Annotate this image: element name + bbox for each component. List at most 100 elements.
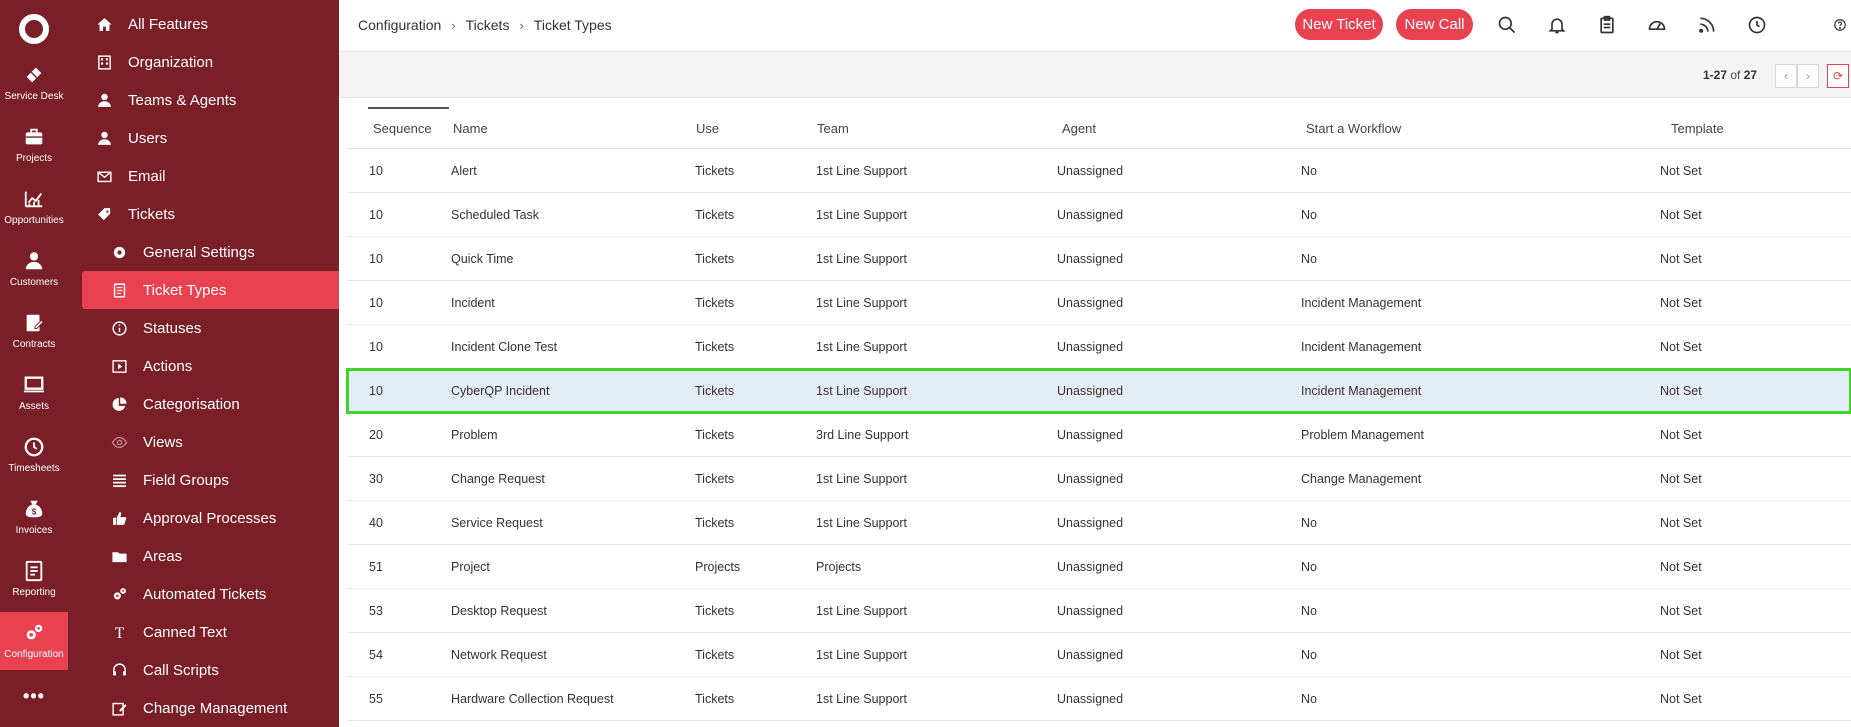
breadcrumb-configuration[interactable]: Configuration: [358, 17, 441, 33]
nav-item-actions[interactable]: Actions: [68, 347, 192, 385]
table-row[interactable]: 40 Service Request Tickets 1st Line Support…: [347, 501, 1851, 545]
column-header-team[interactable]: Team: [817, 121, 849, 136]
rss-icon[interactable]: [1696, 14, 1718, 36]
help-icon[interactable]: [1833, 14, 1847, 36]
rail-item-projects[interactable]: Projects: [0, 116, 68, 174]
next-page-button[interactable]: ›: [1797, 64, 1819, 88]
nav-item-automated-tickets[interactable]: Automated Tickets: [68, 575, 266, 613]
ticket-types-table: Sequence Name Use Team Agent Start a Wor…: [346, 107, 1851, 721]
breadcrumb-tickets[interactable]: Tickets: [466, 17, 510, 33]
column-header-template[interactable]: Template: [1671, 121, 1724, 136]
nav-item-canned-text[interactable]: T Canned Text: [68, 613, 227, 651]
svg-text:$: $: [32, 508, 37, 517]
nav-item-general-settings[interactable]: General Settings: [68, 233, 255, 271]
nav-item-users[interactable]: Users: [68, 119, 167, 157]
cell-template: Not Set: [1660, 340, 1702, 354]
gauge-icon[interactable]: [1646, 14, 1668, 36]
table-row[interactable]: 10 Incident Tickets 1st Line Support Unassig…: [347, 281, 1851, 325]
nav-item-email[interactable]: Email: [68, 157, 166, 195]
cell-team: 1st Line Support: [816, 648, 908, 662]
chevron-right-icon: ›: [451, 17, 456, 33]
table-row[interactable]: 10 Quick Time Tickets 1st Line Support Unass…: [347, 237, 1851, 281]
cell-team: 1st Line Support: [816, 252, 908, 266]
column-header-use[interactable]: Use: [696, 121, 719, 136]
nav-item-label: Categorisation: [143, 395, 240, 413]
nav-item-views[interactable]: Views: [68, 423, 183, 461]
nav-item-call-scripts[interactable]: Call Scripts: [68, 651, 219, 689]
clock-icon[interactable]: [1746, 14, 1768, 36]
nav-item-approval-processes[interactable]: Approval Processes: [68, 499, 276, 537]
search-icon[interactable]: [1496, 14, 1518, 36]
cell-team: 3rd Line Support: [816, 428, 909, 442]
edit-icon: [109, 698, 129, 718]
app-rail: Service Desk Projects Opportunities Custome…: [0, 0, 68, 727]
nav-item-field-groups[interactable]: Field Groups: [68, 461, 229, 499]
cell-use: Tickets: [695, 384, 735, 398]
rail-item-assets[interactable]: Assets: [0, 364, 68, 422]
cell-template: Not Set: [1660, 604, 1702, 618]
cell-workflow: No: [1301, 516, 1317, 530]
report-icon: [25, 560, 43, 582]
nav-item-organization[interactable]: Organization: [68, 43, 213, 81]
cell-team: 1st Line Support: [816, 472, 908, 486]
rail-item-reporting[interactable]: Reporting: [0, 550, 68, 608]
nav-item-tickets[interactable]: Tickets: [68, 195, 175, 233]
cell-team: Projects: [816, 560, 862, 574]
cell-sequence: 10: [369, 208, 383, 222]
table-row[interactable]: 10 CyberQP Incident Tickets 1st Line Suppor…: [346, 368, 1851, 414]
rail-item-contracts[interactable]: Contracts: [0, 302, 68, 360]
new-call-button[interactable]: New Call: [1396, 9, 1473, 40]
table-row[interactable]: 10 Alert Tickets 1st Line Support Unassigned…: [347, 149, 1851, 193]
nav-item-ticket-types[interactable]: Ticket Types: [82, 271, 339, 309]
nav-item-label: Call Scripts: [143, 661, 219, 679]
cell-name: Alert: [451, 164, 477, 178]
nav-item-categorisation[interactable]: Categorisation: [68, 385, 240, 423]
cell-workflow: No: [1301, 208, 1317, 222]
bell-icon[interactable]: [1546, 14, 1568, 36]
table-row[interactable]: 30 Change Request Tickets 1st Line Support U…: [347, 457, 1851, 501]
cell-agent: Unassigned: [1057, 384, 1124, 398]
pie-icon: [109, 394, 129, 414]
table-row[interactable]: 53 Desktop Request Tickets 1st Line Support…: [347, 589, 1851, 633]
refresh-button[interactable]: ⟳: [1827, 64, 1849, 88]
nav-item-label: Canned Text: [143, 623, 227, 641]
nav-item-all-features[interactable]: All Features: [68, 5, 208, 43]
rail-item-timesheets[interactable]: Timesheets: [0, 426, 68, 484]
table-row[interactable]: 10 Incident Clone Test Tickets 1st Line Sup…: [347, 325, 1851, 369]
rail-item-customers[interactable]: Customers: [0, 240, 68, 298]
rail-item-service-desk[interactable]: Service Desk: [0, 54, 68, 112]
more-icon[interactable]: •••: [0, 686, 68, 707]
table-row[interactable]: 10 Scheduled Task Tickets 1st Line Support U…: [347, 193, 1851, 237]
nav-item-change-management[interactable]: Change Management: [68, 689, 287, 727]
column-header-start-workflow[interactable]: Start a Workflow: [1306, 121, 1401, 136]
table-row[interactable]: 51 Project Projects Projects Unassigned No Not…: [347, 545, 1851, 589]
briefcase-icon: [25, 128, 43, 145]
nav-item-areas[interactable]: Areas: [68, 537, 182, 575]
rail-item-label: Projects: [15, 153, 53, 164]
app-logo[interactable]: [19, 14, 49, 44]
clipboard-icon[interactable]: [1596, 14, 1618, 36]
cell-template: Not Set: [1660, 692, 1702, 706]
nav-item-label: Views: [143, 433, 183, 451]
cell-workflow: Change Management: [1301, 472, 1422, 486]
column-header-sequence[interactable]: Sequence: [373, 121, 432, 136]
nav-item-teams-and-agents[interactable]: Teams & Agents: [68, 81, 236, 119]
column-header-name[interactable]: Name: [453, 121, 488, 136]
rail-item-invoices[interactable]: $ Invoices: [0, 488, 68, 546]
table-row[interactable]: 20 Problem Tickets 3rd Line Support Unassign…: [347, 413, 1851, 457]
table-row[interactable]: 54 Network Request Tickets 1st Line Support…: [347, 633, 1851, 677]
rail-item-configuration[interactable]: Configuration: [0, 612, 68, 670]
cell-use: Tickets: [695, 648, 735, 662]
nav-item-statuses[interactable]: Statuses: [68, 309, 201, 347]
column-header-agent[interactable]: Agent: [1062, 121, 1096, 136]
rail-item-opportunities[interactable]: Opportunities: [0, 178, 68, 236]
top-header: Configuration › Tickets › Ticket Types N…: [339, 0, 1851, 52]
prev-page-button[interactable]: ‹: [1775, 64, 1797, 88]
tag-icon: [94, 204, 114, 224]
pagination-total: 27: [1743, 68, 1758, 82]
cell-name: Service Request: [451, 516, 543, 530]
new-ticket-button[interactable]: New Ticket: [1295, 9, 1383, 40]
table-row[interactable]: 55 Hardware Collection Request Tickets 1st …: [347, 677, 1851, 721]
pagination-range: 1-27: [1703, 68, 1728, 82]
cell-name: Desktop Request: [451, 604, 547, 618]
